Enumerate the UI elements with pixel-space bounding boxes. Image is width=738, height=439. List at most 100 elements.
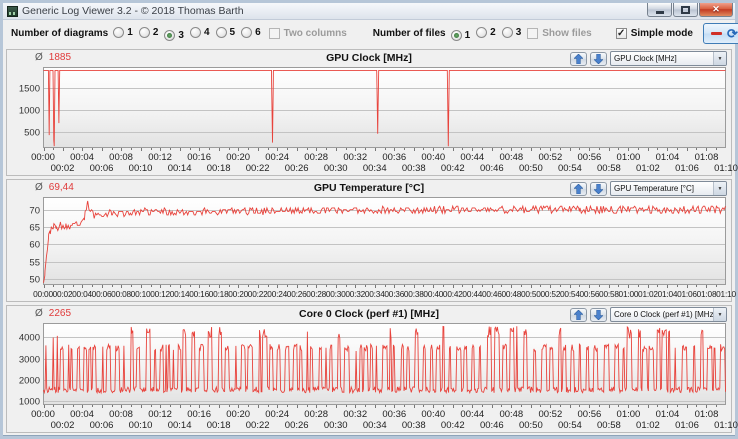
x-axis-labels: 00:00 00:02 00:04 00:06 00:08 00:10 00:12 00:14… xyxy=(33,289,736,300)
files-radio-3[interactable]: 3 xyxy=(501,26,522,38)
diagrams-radio-1[interactable]: 1 xyxy=(113,26,133,38)
signal-up-button[interactable] xyxy=(570,181,587,196)
two-columns-label: Two columns xyxy=(283,28,347,39)
x-axis-tick-label: 00:38 xyxy=(403,289,424,299)
x-axis-tick-label: 00:34 xyxy=(362,420,387,431)
x-axis-tick-label: 00:52 xyxy=(538,152,563,163)
x-axis-tick-label: 00:38 xyxy=(401,420,426,431)
signal-down-button[interactable] xyxy=(590,51,607,66)
x-axis-tick-label: 00:54 xyxy=(559,289,580,299)
x-axis-tick-label: 00:48 xyxy=(499,409,524,420)
x-axis-tick-label: 00:42 xyxy=(442,289,463,299)
down-arrow-icon xyxy=(594,183,603,194)
x-axis-tick-label: 00:56 xyxy=(577,152,602,163)
signal-down-button[interactable] xyxy=(590,307,607,322)
x-axis-tick-label: 01:08 xyxy=(696,289,717,299)
plot-canvas xyxy=(43,197,726,288)
x-axis-tick-label: 00:42 xyxy=(440,163,465,174)
x-axis-tick-label: 01:10 xyxy=(714,163,738,174)
x-axis-tick-label: 01:10 xyxy=(716,289,736,299)
x-axis-tick-label: 00:50 xyxy=(520,289,541,299)
signal-select[interactable]: GPU Clock [MHz] ▼ xyxy=(610,51,727,66)
x-axis-tick-label: 01:04 xyxy=(657,289,678,299)
radio-icon xyxy=(164,29,176,41)
chevron-down-icon: ▼ xyxy=(713,308,726,321)
x-axis-tick-label: 01:06 xyxy=(675,420,699,431)
radio-icon xyxy=(476,26,488,38)
y-axis-tick-label: 1000 xyxy=(18,396,40,407)
app-icon xyxy=(7,5,18,17)
x-axis-tick-label: 00:40 xyxy=(423,289,444,299)
minimize-button[interactable] xyxy=(647,3,672,17)
y-axis-tick-label: 1000 xyxy=(18,105,40,116)
y-axis-tick-label: 3000 xyxy=(18,354,40,365)
signal-down-button[interactable] xyxy=(590,181,607,196)
chart-panel-gpu-temperature: Ø 69,44 GPU Temperature [°C] GPU Tempera… xyxy=(6,179,736,302)
x-axis-tick-label: 00:44 xyxy=(460,152,485,163)
x-axis-tick-label: 00:14 xyxy=(167,420,192,431)
chevron-down-icon: ▼ xyxy=(713,52,726,65)
radio-label: 3 xyxy=(515,26,522,38)
x-axis-tick-label: 00:08 xyxy=(111,289,131,299)
remove-refresh-button[interactable]: ⟳ xyxy=(702,23,738,44)
up-arrow-icon xyxy=(574,309,583,320)
x-axis-tick-label: 01:02 xyxy=(638,289,658,299)
x-axis-tick-label: 00:08 xyxy=(109,409,133,420)
x-axis-tick-label: 00:50 xyxy=(518,163,543,174)
y-axis-tick-label: 60 xyxy=(29,239,40,250)
x-axis-tick-label: 00:08 xyxy=(109,152,133,163)
signal-select[interactable]: GPU Temperature [°C] ▼ xyxy=(610,181,727,196)
diagrams-radio-5[interactable]: 5 xyxy=(215,26,235,38)
y-axis-tick-label: 1500 xyxy=(18,83,40,94)
diagrams-radio-2[interactable]: 2 xyxy=(138,26,159,38)
maximize-button[interactable] xyxy=(673,3,698,17)
signal-up-button[interactable] xyxy=(570,307,587,322)
x-axis-tick-label: 00:12 xyxy=(150,289,170,299)
y-axis-tick-label: 500 xyxy=(24,127,40,138)
x-axis-tick-label: 00:44 xyxy=(462,289,483,299)
x-axis-tick-label: 00:30 xyxy=(325,289,346,299)
x-axis-tick-label: 00:44 xyxy=(460,409,485,420)
radio-label: 2 xyxy=(152,26,159,38)
x-axis-tick-label: 00:28 xyxy=(304,409,329,420)
up-arrow-icon xyxy=(574,53,583,64)
x-axis-tick-label: 00:40 xyxy=(421,409,446,420)
radio-label: 6 xyxy=(255,26,261,38)
radio-label: 2 xyxy=(490,26,496,38)
files-radio-2[interactable]: 2 xyxy=(476,26,496,38)
x-axis-tick-label: 00:36 xyxy=(382,152,407,163)
x-axis-tick-label: 00:58 xyxy=(599,289,619,299)
x-axis-tick-label: 00:04 xyxy=(70,409,94,420)
diagrams-radio-4[interactable]: 4 xyxy=(189,26,210,38)
checkbox-icon xyxy=(268,28,280,39)
radio-icon xyxy=(241,26,253,38)
chart-panel-gpu-clock: Ø 1885 GPU Clock [MHz] GPU Clock [MHz] ▼… xyxy=(6,49,738,176)
x-axis-tick-label: 00:48 xyxy=(501,289,522,299)
show-files-checkbox[interactable]: Show files xyxy=(527,28,592,39)
x-axis-tick-label: 00:28 xyxy=(304,152,329,163)
diagrams-radio-6[interactable]: 6 xyxy=(241,26,261,38)
y-axis-tick-label: 4000 xyxy=(18,332,40,343)
simple-mode-checkbox[interactable]: ✓ Simple mode xyxy=(615,27,693,39)
y-axis-tick-label: 65 xyxy=(29,222,40,233)
x-axis-tick-label: 00:02 xyxy=(50,420,75,431)
x-axis-tick-label: 00:40 xyxy=(421,152,446,163)
x-axis-tick-label: 00:00 xyxy=(31,152,55,163)
x-axis-tick-label: 00:06 xyxy=(89,163,114,174)
two-columns-checkbox[interactable]: Two columns xyxy=(268,28,347,39)
signal-select[interactable]: Core 0 Clock (perf #1) [MHz] ▼ xyxy=(610,307,727,322)
x-axis-tick-label: 00:54 xyxy=(557,420,582,431)
x-axis-tick-label: 00:24 xyxy=(267,289,288,299)
diagrams-radio-3[interactable]: 3 xyxy=(164,29,184,41)
x-axis-tick-label: 01:08 xyxy=(694,152,719,163)
diagrams-count-label: Number of diagrams xyxy=(11,28,109,39)
x-axis-tick-label: 00:12 xyxy=(148,152,172,163)
charts-area: Ø 1885 GPU Clock [MHz] GPU Clock [MHz] ▼… xyxy=(3,47,738,435)
files-radio-1[interactable]: 1 xyxy=(450,29,470,41)
up-arrow-icon xyxy=(574,183,583,194)
checkbox-checked-icon: ✓ xyxy=(615,27,627,39)
close-button[interactable]: ✕ xyxy=(699,3,733,17)
x-axis-tick-label: 00:04 xyxy=(70,152,94,163)
signal-up-button[interactable] xyxy=(570,51,587,66)
x-axis-tick-label: 00:02 xyxy=(52,289,73,299)
